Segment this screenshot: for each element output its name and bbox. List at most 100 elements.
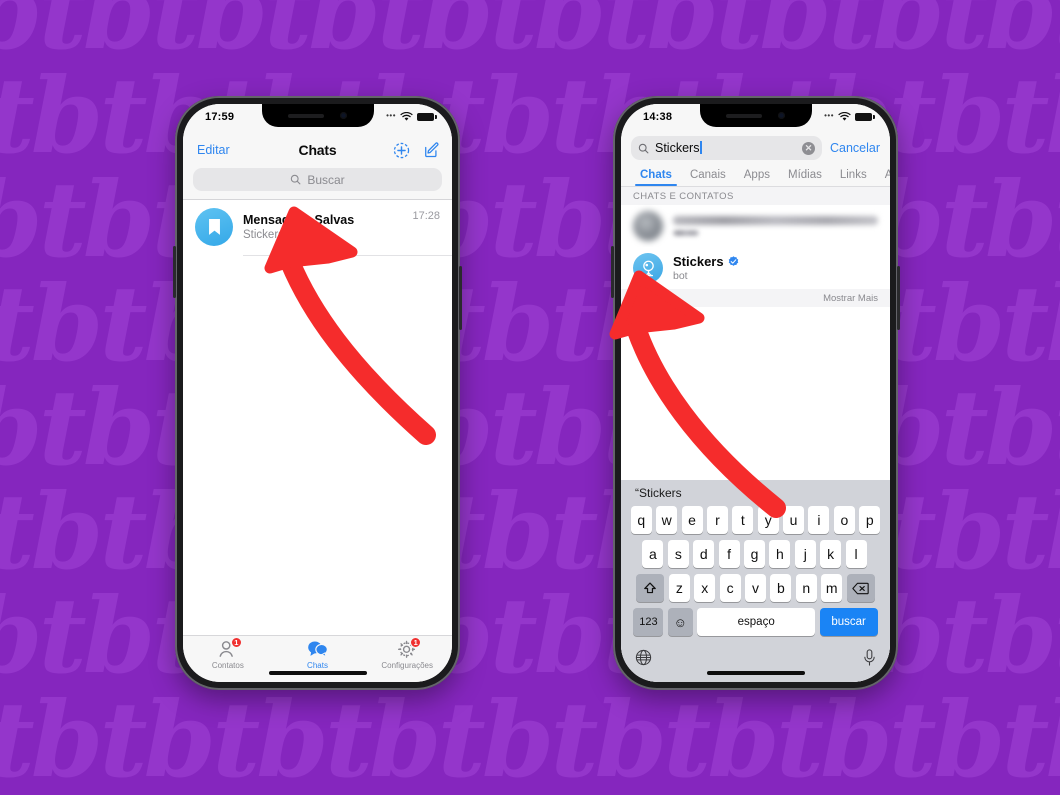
key-s[interactable]: s	[667, 540, 689, 568]
contacts-icon: 1	[215, 637, 242, 659]
keyboard-suggestion-bar: “Stickers	[621, 480, 890, 506]
section-header-global: GLOBAL Mostrar Mais	[621, 289, 890, 307]
phone-left-power-button	[459, 266, 462, 330]
edit-button[interactable]: Editar	[197, 143, 230, 157]
saved-messages-bookmark-icon	[195, 208, 233, 246]
blurred-result-texts	[673, 216, 878, 236]
earpiece-speaker	[288, 113, 324, 118]
key-g[interactable]: g	[744, 540, 765, 568]
earpiece-speaker	[726, 113, 762, 118]
tab-chats[interactable]: Chats	[273, 640, 363, 670]
cancel-button[interactable]: Cancelar	[830, 141, 880, 155]
key-m[interactable]: m	[821, 574, 843, 602]
tab-apps[interactable]: Apps	[735, 167, 779, 186]
tab-chats[interactable]: Chats	[631, 167, 681, 186]
key-w[interactable]: w	[656, 506, 678, 534]
key-u[interactable]: u	[783, 506, 805, 534]
search-query-text: Stickers	[655, 141, 796, 155]
search-go-key[interactable]: buscar	[819, 608, 878, 636]
chat-item-name: Mensagens Salvas	[243, 213, 355, 227]
clear-search-icon[interactable]: ✕	[801, 141, 815, 155]
keyboard: “Stickers q w e r t y u i o p a s d f g	[621, 480, 890, 682]
tab-midias[interactable]: Mídias	[779, 167, 831, 186]
result-name: Stickers	[673, 254, 724, 269]
status-time: 17:59	[205, 111, 235, 123]
key-i[interactable]: i	[808, 506, 830, 534]
compose-icon[interactable]	[423, 141, 440, 159]
signal-dots-icon: •••	[386, 111, 396, 120]
key-p[interactable]: p	[859, 506, 881, 534]
key-b[interactable]: b	[770, 574, 792, 602]
tab-arquivos[interactable]: Arquiv	[876, 167, 890, 186]
key-h[interactable]: h	[769, 540, 791, 568]
key-r[interactable]: r	[706, 506, 728, 534]
key-c[interactable]: c	[719, 574, 741, 602]
chat-list-item-saved-messages[interactable]: Mensagens Salvas Stickers 17:28	[183, 200, 452, 255]
phone-right: 14:38 ••• Stickers ✕ Cancelar Chats Cana…	[611, 96, 900, 690]
key-k[interactable]: k	[820, 540, 842, 568]
shift-icon[interactable]	[636, 574, 665, 602]
microphone-icon[interactable]	[863, 648, 876, 666]
settings-gear-icon: 1	[394, 637, 422, 659]
space-key[interactable]: espaço	[697, 608, 816, 636]
key-a[interactable]: a	[642, 540, 664, 568]
verified-badge-icon	[728, 256, 738, 266]
settings-badge: 1	[410, 637, 422, 648]
search-filter-tabs: Chats Canais Apps Mídias Links Arquiv	[621, 165, 890, 187]
tab-label-contatos: Contatos	[211, 661, 244, 670]
search-header-right: Stickers ✕ Cancelar	[621, 132, 890, 165]
key-n[interactable]: n	[795, 574, 817, 602]
blurred-avatar	[633, 211, 663, 241]
tab-configuracoes[interactable]: 1 Configurações	[362, 637, 452, 670]
chats-bubble-icon	[305, 640, 331, 659]
tab-links[interactable]: Links	[831, 167, 876, 186]
suggestion-text[interactable]: “Stickers	[635, 486, 682, 500]
front-camera	[778, 112, 785, 119]
section-title: CHATS E CONTATOS	[633, 191, 734, 202]
backspace-icon[interactable]	[846, 574, 875, 602]
key-y[interactable]: y	[757, 506, 779, 534]
signal-dots-icon: •••	[824, 111, 834, 120]
key-z[interactable]: z	[668, 574, 690, 602]
notch-right	[699, 104, 812, 127]
tab-contatos[interactable]: 1 Contatos	[183, 637, 273, 670]
key-v[interactable]: v	[745, 574, 766, 602]
emoji-smiley-icon[interactable]: ☺	[667, 608, 693, 636]
key-l[interactable]: l	[845, 540, 867, 568]
section-title: GLOBAL	[633, 293, 674, 304]
search-input[interactable]: Buscar	[193, 168, 442, 191]
chat-item-time: 17:28	[412, 210, 440, 222]
keyboard-row-4: 123 ☺ espaço buscar	[621, 608, 890, 636]
key-q[interactable]: q	[630, 506, 652, 534]
tab-label-configuracoes: Configurações	[381, 661, 433, 670]
front-camera	[340, 112, 347, 119]
key-j[interactable]: j	[794, 540, 816, 568]
keyboard-row-3: z x c v b n m	[621, 574, 890, 602]
tab-canais[interactable]: Canais	[681, 167, 735, 186]
home-indicator-right	[706, 671, 805, 675]
search-icon	[638, 143, 649, 153]
show-more-button[interactable]: Mostrar Mais	[823, 293, 878, 304]
search-input[interactable]: Stickers ✕	[631, 136, 822, 160]
keyboard-row-2: a s d f g h j k l	[621, 540, 890, 568]
key-t[interactable]: t	[732, 506, 754, 534]
phone-left-screen: 17:59 ••• Editar Chats Buscar Mensagens …	[183, 104, 452, 682]
key-f[interactable]: f	[718, 540, 740, 568]
key-o[interactable]: o	[833, 506, 855, 534]
search-result-row-stickers-bot[interactable]: Stickers bot	[621, 247, 890, 289]
key-x[interactable]: x	[694, 574, 716, 602]
add-contact-icon[interactable]	[393, 142, 410, 159]
globe-icon[interactable]	[635, 649, 652, 666]
keyboard-row-1: q w e r t y u i o p	[621, 506, 890, 534]
nav-header-left: Editar Chats	[183, 132, 452, 168]
wifi-icon	[838, 112, 851, 121]
phone-right-screen: 14:38 ••• Stickers ✕ Cancelar Chats Cana…	[621, 104, 890, 682]
key-e[interactable]: e	[681, 506, 703, 534]
battery-icon	[855, 113, 875, 121]
watermark-row: btbtbtbtbtbtbtbtbtbtbtbtbtbtbtbtbtbtbtbt	[0, 158, 1060, 281]
key-d[interactable]: d	[693, 540, 715, 568]
page-title: Chats	[298, 142, 337, 158]
watermark-row: btbtbtbtbtbtbtbtbtbtbtbtbtbtbtbtbtbtbtbt	[0, 366, 1060, 489]
search-result-row-blurred[interactable]	[621, 205, 890, 247]
numbers-key[interactable]: 123	[633, 608, 664, 636]
